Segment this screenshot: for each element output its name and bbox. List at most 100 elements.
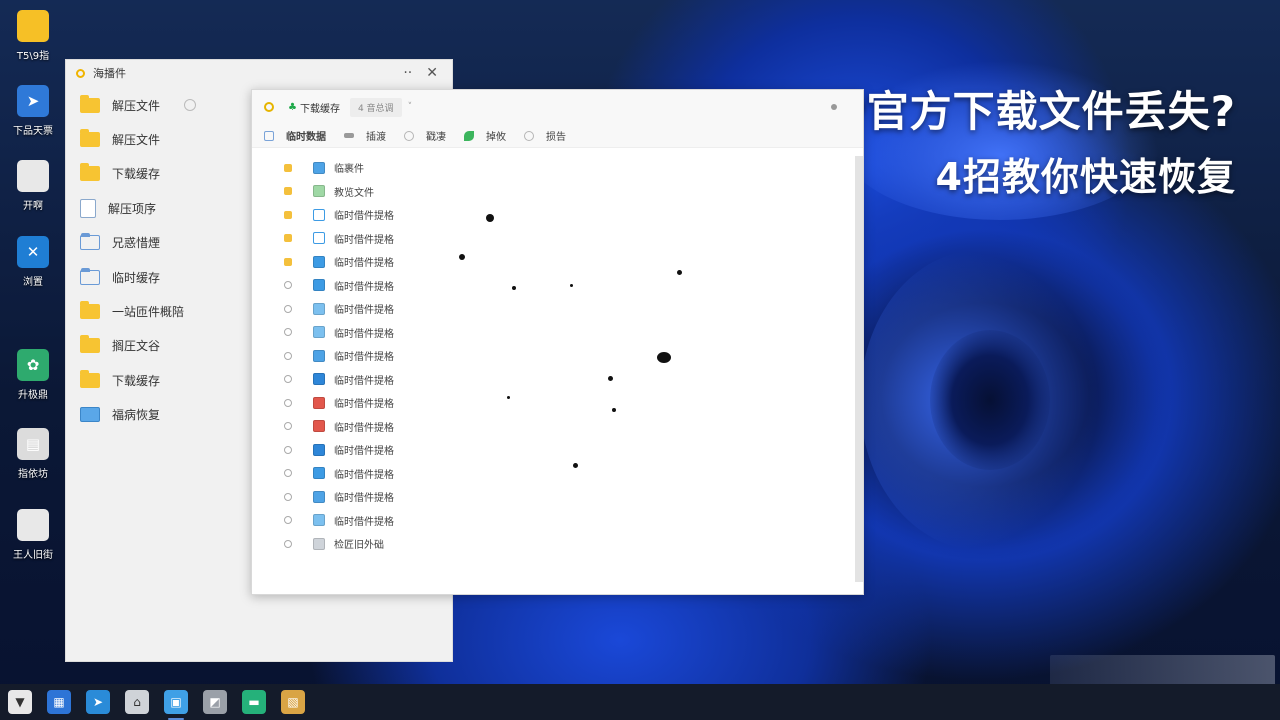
- checkbox[interactable]: [284, 398, 292, 407]
- checkbox[interactable]: [284, 257, 292, 266]
- window-titlebar[interactable]: 海播件 ·· ✕: [66, 60, 452, 86]
- checkbox[interactable]: [284, 210, 292, 219]
- folder-label: 临时缓存: [112, 270, 161, 285]
- desktop-icon-label: 王人旧街: [13, 550, 53, 561]
- folder-outline-icon: [80, 267, 100, 285]
- desktop-icon-label: 指依坊: [18, 469, 48, 480]
- desktop-icon[interactable]: ✿ 升极鼎: [6, 349, 60, 401]
- file-icon: [313, 349, 325, 362]
- radio-icon[interactable]: [184, 99, 197, 112]
- toolbar-item[interactable]: 临时数据: [264, 128, 326, 143]
- toolbar-label: 插渡: [366, 132, 386, 143]
- file-icon: [313, 232, 325, 244]
- checkbox[interactable]: [284, 304, 292, 313]
- desktop-icon[interactable]: T5\9指: [6, 10, 60, 62]
- file-name: 临时借件提格: [334, 281, 394, 293]
- image-icon: [80, 407, 100, 423]
- edge-icon[interactable]: ➤: [86, 690, 110, 714]
- desktop-icon[interactable]: 王人旧街: [6, 509, 60, 561]
- file-row[interactable]: 临时借件提格: [252, 485, 855, 508]
- file-row[interactable]: 临时借件提格: [252, 415, 855, 438]
- toolbar-item[interactable]: 掉攸: [464, 128, 506, 143]
- file-icon: [313, 373, 325, 385]
- store-icon[interactable]: ▦: [47, 690, 71, 714]
- folder-label: 解压文件: [112, 133, 161, 148]
- bar-icon: [344, 133, 354, 138]
- lock-bag-icon[interactable]: ⌂: [125, 690, 149, 714]
- toolbar-item[interactable]: 插渡: [344, 128, 386, 143]
- foreground-explorer-window[interactable]: ♣ 下载缓存 4 音总调 ˅ 临时数据 插渡 戳凄 掉攸 损告 临裹件教览文件临时借件提…: [251, 89, 864, 595]
- checkbox[interactable]: [284, 445, 292, 454]
- file-row[interactable]: 临时借件提格: [252, 462, 855, 485]
- file-list: 临裹件 教览文件 临时借件提格 临时借件提格 临时借件提格 临时借件提格 临时借件提格 临时借…: [252, 156, 855, 582]
- file-name: 检匠旧外础: [334, 540, 384, 551]
- file-icon: [313, 208, 325, 221]
- desktop-icon[interactable]: ➤ 下品天票: [6, 85, 60, 137]
- circle-icon: [404, 130, 414, 141]
- checkbox[interactable]: [284, 281, 292, 289]
- scrollbar[interactable]: [855, 156, 863, 582]
- chevron-down-icon[interactable]: ˅: [408, 102, 413, 112]
- checkbox[interactable]: [284, 351, 292, 360]
- checkbox[interactable]: [284, 187, 292, 195]
- file-row[interactable]: 临时借件提格: [252, 344, 855, 367]
- checkbox[interactable]: [284, 469, 292, 477]
- close-icon[interactable]: ✕: [426, 65, 438, 81]
- dust-speck: [570, 284, 573, 287]
- more-icon[interactable]: [831, 104, 837, 110]
- dust-speck: [677, 270, 682, 275]
- x-app-icon: ✕: [17, 236, 49, 268]
- checkbox[interactable]: [284, 328, 292, 336]
- file-row[interactable]: 临时借件提格: [252, 250, 855, 273]
- folder-icon: [80, 335, 100, 354]
- start-icon[interactable]: ▼: [8, 690, 32, 714]
- folder-icon: [80, 369, 100, 388]
- photo-app-icon[interactable]: ▧: [281, 690, 305, 714]
- file-icon: [313, 537, 325, 550]
- checkbox[interactable]: [284, 422, 292, 430]
- tab-title[interactable]: 下载缓存: [300, 100, 340, 115]
- file-row[interactable]: 临时借件提格: [252, 391, 855, 414]
- file-icon: [313, 302, 325, 315]
- file-icon: [313, 185, 325, 197]
- image-app-icon[interactable]: ▬: [242, 690, 266, 714]
- toolbar-item[interactable]: 戳凄: [404, 128, 446, 143]
- toolbar: 临时数据 插渡 戳凄 掉攸 损告: [252, 124, 863, 148]
- file-row[interactable]: 临时借件提格: [252, 321, 855, 344]
- box-icon[interactable]: ◩: [203, 690, 227, 714]
- checkbox[interactable]: [284, 375, 292, 383]
- checkbox[interactable]: [284, 492, 292, 501]
- checkbox[interactable]: [284, 163, 292, 172]
- checkbox[interactable]: [284, 234, 292, 242]
- file-row[interactable]: 临时借件提格: [252, 203, 855, 226]
- more-icon[interactable]: ··: [403, 65, 412, 81]
- checkbox[interactable]: [284, 539, 292, 548]
- file-row[interactable]: 检匠旧外础: [252, 532, 855, 555]
- desktop-icon[interactable]: 开啊: [6, 160, 60, 212]
- file-row[interactable]: 临时借件提格: [252, 509, 855, 532]
- dust-speck: [608, 376, 613, 381]
- file-row[interactable]: 临时借件提格: [252, 274, 855, 297]
- file-name: 临裹件: [334, 164, 364, 175]
- desktop-icon[interactable]: ✕ 浏置: [6, 236, 60, 288]
- window-titlebar[interactable]: ♣ 下载缓存 4 音总调 ˅: [252, 90, 863, 124]
- desktop-icon[interactable]: ▤ 指依坊: [6, 428, 60, 480]
- file-row[interactable]: 临时借件提格: [252, 297, 855, 320]
- file-icon: [313, 396, 325, 409]
- file-row[interactable]: 临时借件提格: [252, 368, 855, 391]
- window-title: 海播件: [93, 67, 126, 80]
- file-name: 临时借件提格: [334, 469, 394, 481]
- file-row[interactable]: 教览文件: [252, 180, 855, 203]
- address-bar[interactable]: 4 音总调: [349, 97, 402, 117]
- desktop-icon-label: T5\9指: [16, 51, 50, 62]
- window-app-icon: [17, 160, 49, 192]
- folder-label: 兄惑惜煙: [112, 236, 161, 251]
- file-row[interactable]: 临时借件提格: [252, 438, 855, 461]
- file-name: 教览文件: [334, 187, 374, 199]
- explorer-icon[interactable]: ▣: [164, 690, 188, 720]
- file-row[interactable]: 临裹件: [252, 156, 855, 179]
- toolbar-item[interactable]: 损告: [524, 128, 566, 143]
- file-row[interactable]: 临时借件提格: [252, 227, 855, 250]
- flower-app-icon: ✿: [17, 349, 49, 381]
- checkbox[interactable]: [284, 516, 292, 524]
